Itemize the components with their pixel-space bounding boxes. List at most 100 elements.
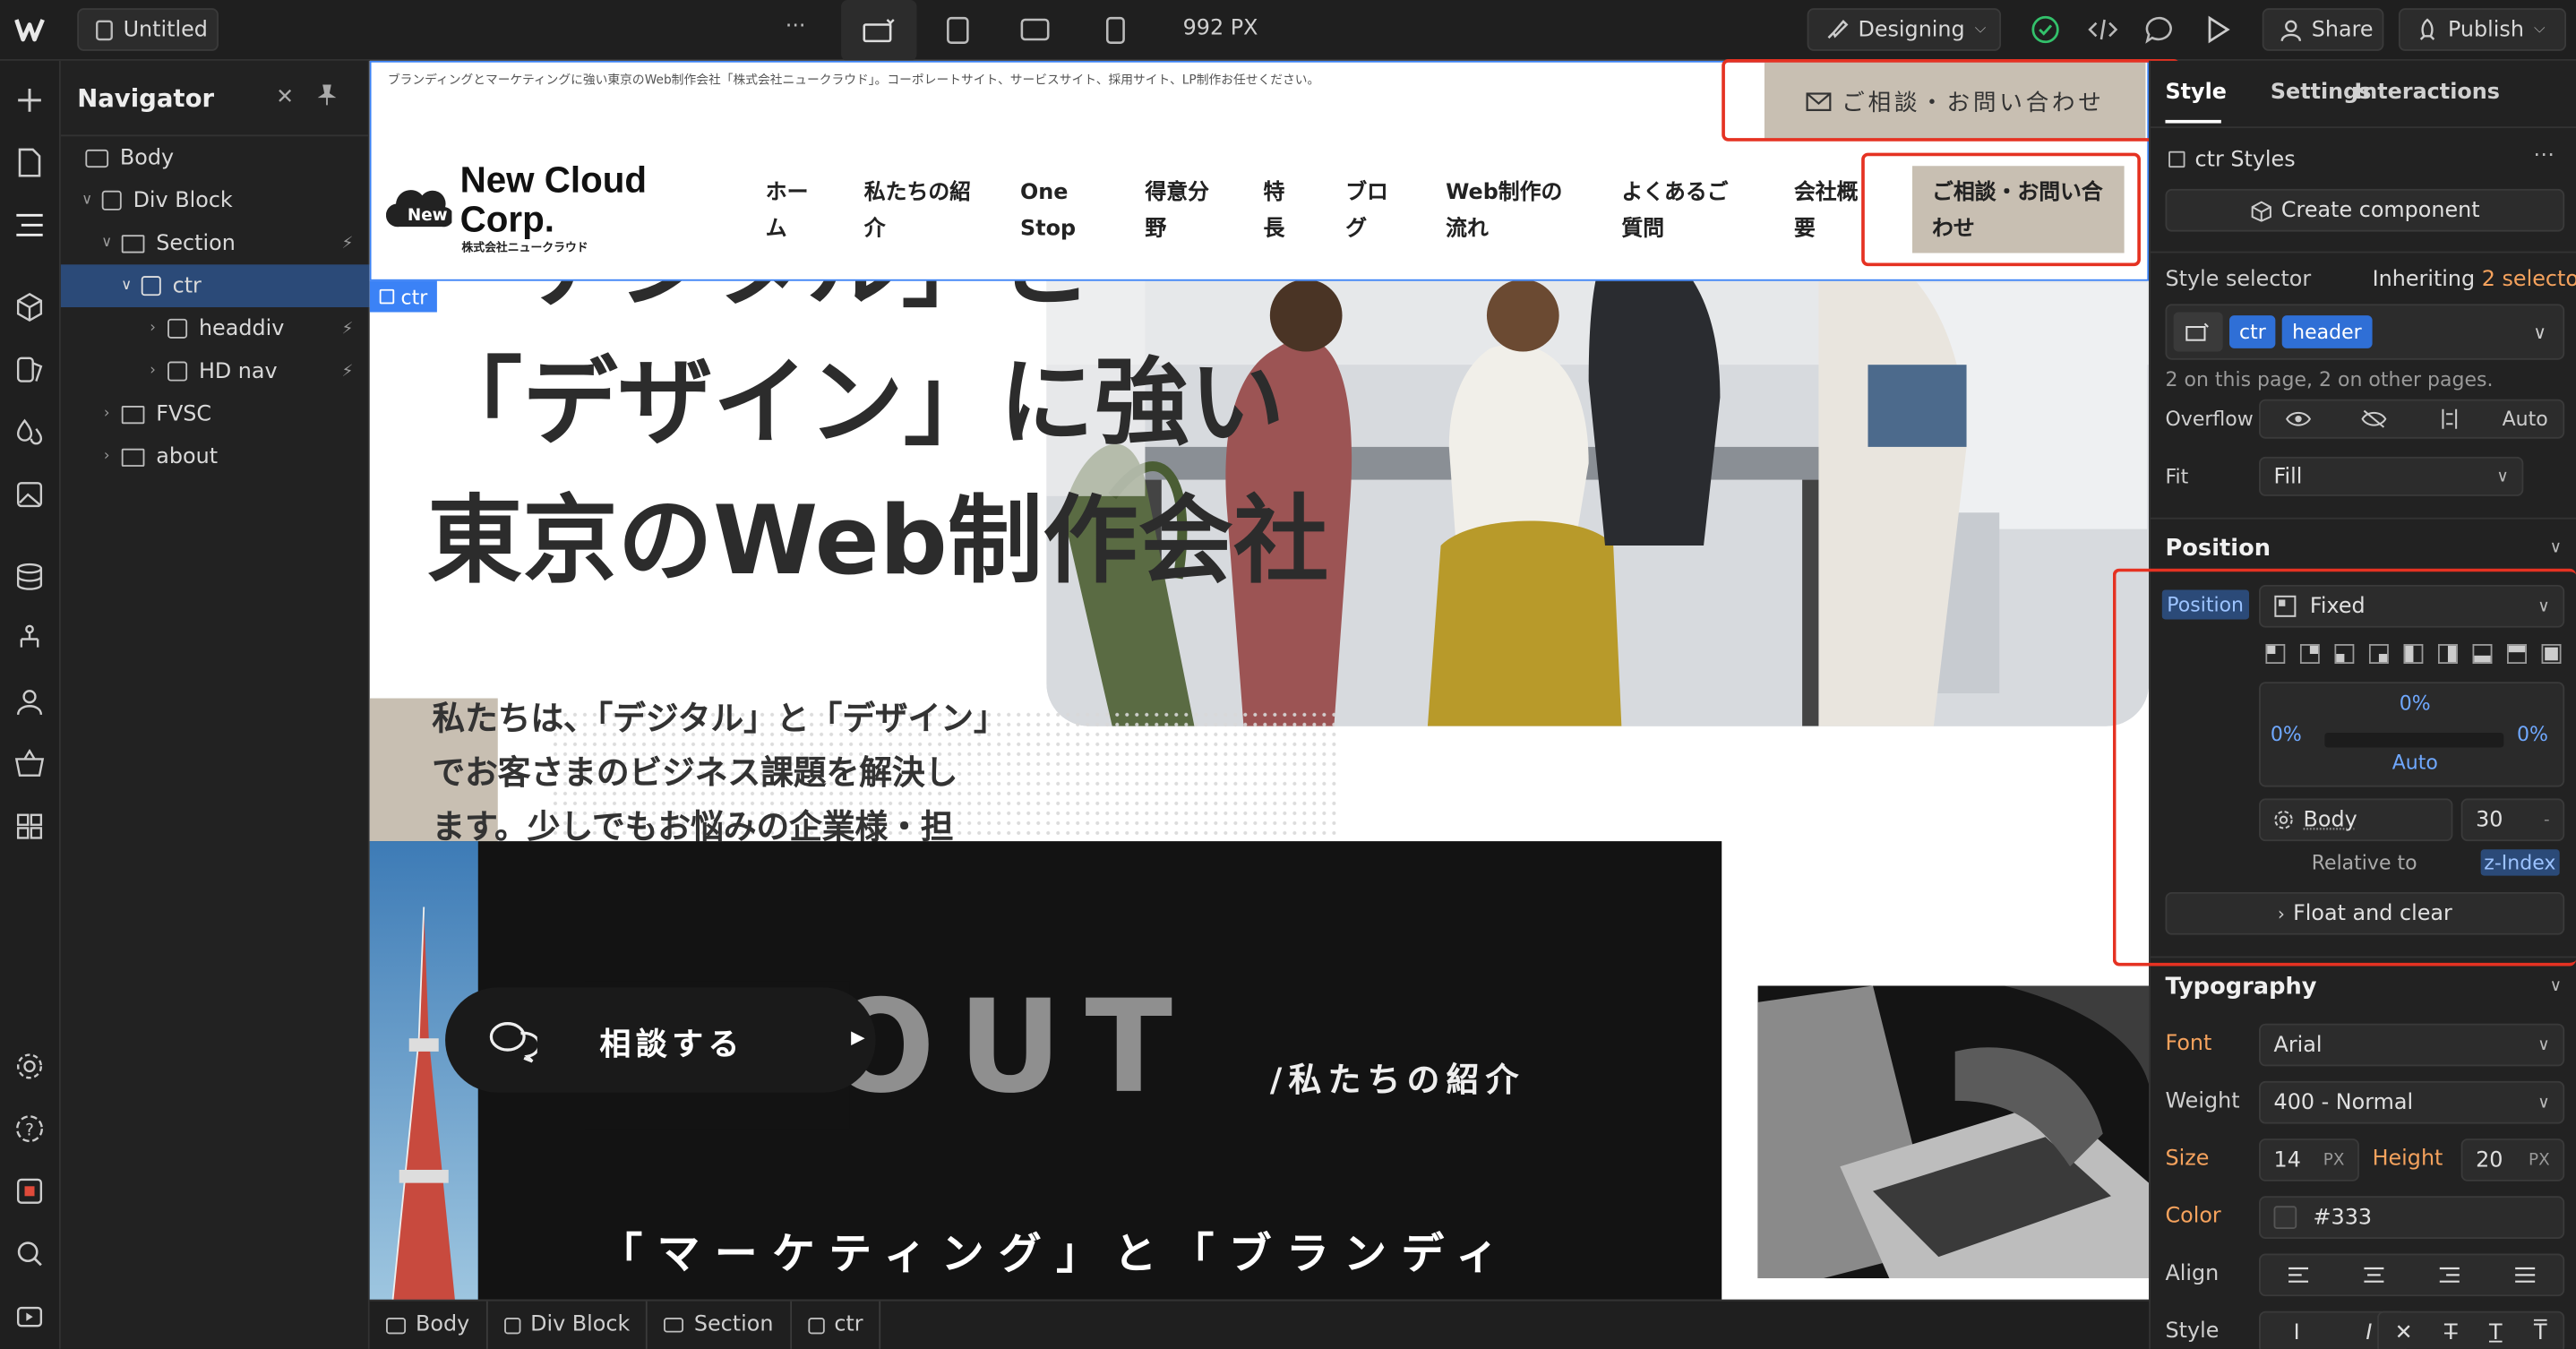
- preset-top-right-icon[interactable]: [2299, 644, 2320, 665]
- chevron-right-icon[interactable]: ›: [97, 406, 116, 422]
- site-header-ctr[interactable]: ブランディングとマーケティングに強い東京のWeb制作会社「株式会社ニュークラウド…: [369, 60, 2150, 281]
- preset-top-icon[interactable]: [2506, 644, 2527, 665]
- offset-top-value[interactable]: 0%: [2392, 692, 2438, 715]
- nav-company[interactable]: 会社概要: [1794, 176, 1859, 248]
- settings-gear-icon[interactable]: [13, 1050, 47, 1083]
- apps-icon[interactable]: [13, 810, 47, 843]
- logic-icon[interactable]: [13, 623, 47, 656]
- line-height-input[interactable]: 20 PX: [2460, 1138, 2565, 1181]
- preset-left-icon[interactable]: [2403, 644, 2424, 665]
- mobile-landscape-icon[interactable]: [1020, 18, 1050, 41]
- color-swatch[interactable]: [2273, 1206, 2297, 1229]
- align-right-icon[interactable]: [2438, 1267, 2461, 1283]
- checkmark-icon[interactable]: [2031, 15, 2060, 45]
- add-element-icon[interactable]: [13, 84, 47, 117]
- size-unit[interactable]: PX: [2323, 1151, 2345, 1169]
- preset-right-icon[interactable]: [2437, 644, 2458, 665]
- offset-bottom-value[interactable]: Auto: [2383, 751, 2448, 774]
- assets-icon[interactable]: [13, 478, 47, 511]
- style-selector-field[interactable]: ctr header ∨: [2165, 304, 2565, 360]
- chevron-down-icon[interactable]: ∨: [77, 193, 97, 209]
- position-section-title[interactable]: Position: [2165, 536, 2271, 562]
- fit-select[interactable]: Fill ∨: [2259, 456, 2524, 496]
- overflow-scroll-icon[interactable]: [2412, 408, 2487, 431]
- line-height-unit[interactable]: PX: [2529, 1151, 2550, 1169]
- pages-icon[interactable]: [13, 146, 47, 179]
- font-select[interactable]: Arial ∨: [2259, 1023, 2565, 1067]
- preset-full-icon[interactable]: [2541, 644, 2562, 665]
- nav-onestop[interactable]: One Stop: [1020, 176, 1076, 248]
- preset-bottom-icon[interactable]: [2472, 644, 2493, 665]
- ecommerce-icon[interactable]: [13, 748, 47, 781]
- preset-bottom-left-icon[interactable]: [2334, 644, 2355, 665]
- nav-item-body[interactable]: Body: [61, 136, 370, 179]
- nav-item-ctr[interactable]: ∨ ctr: [60, 264, 370, 307]
- styles-more-icon[interactable]: ⋯: [2533, 143, 2555, 168]
- top-contact-button[interactable]: ご相談・お問い合わせ: [1764, 62, 2146, 140]
- share-button[interactable]: Share: [2262, 8, 2384, 51]
- selector-chip-ctr[interactable]: ctr: [2229, 315, 2276, 348]
- underline-icon[interactable]: T: [2489, 1320, 2503, 1345]
- nav-item-headdiv[interactable]: › headdiv ⚡: [61, 307, 370, 350]
- preset-bottom-right-icon[interactable]: [2368, 644, 2389, 665]
- overflow-auto[interactable]: Auto: [2487, 408, 2563, 431]
- tablet-breakpoint-icon[interactable]: [946, 16, 969, 44]
- align-justify-icon[interactable]: [2513, 1267, 2537, 1283]
- desktop-breakpoint-icon[interactable]: [841, 0, 917, 61]
- nav-item-div-block[interactable]: ∨ Div Block: [61, 179, 370, 222]
- z-index-field[interactable]: 30 -: [2460, 798, 2565, 842]
- nav-item-section[interactable]: ∨ Section ⚡: [61, 222, 370, 265]
- overflow-hidden-eye-icon[interactable]: [2336, 409, 2411, 429]
- breadcrumb-body[interactable]: Body: [370, 1300, 488, 1349]
- help-icon[interactable]: ?: [13, 1113, 47, 1146]
- webflow-logo-icon[interactable]: [14, 15, 51, 45]
- breadcrumb-div-block[interactable]: Div Block: [487, 1300, 648, 1349]
- offset-right-value[interactable]: 0%: [2517, 723, 2548, 746]
- size-input[interactable]: 14 PX: [2259, 1138, 2359, 1181]
- inheriting-text[interactable]: Inheriting 2 selectors: [2373, 268, 2576, 293]
- variables-icon[interactable]: [13, 353, 47, 386]
- color-field[interactable]: #333: [2259, 1196, 2565, 1239]
- chevron-right-icon[interactable]: ›: [143, 321, 163, 337]
- chevron-right-icon[interactable]: ›: [97, 449, 116, 465]
- align-left-icon[interactable]: [2287, 1267, 2310, 1283]
- nav-item-fvsc[interactable]: › FVSC: [61, 392, 370, 435]
- nav-specialties[interactable]: 得意分野: [1145, 176, 1209, 248]
- typography-section-title[interactable]: Typography: [2165, 975, 2316, 1001]
- chevron-right-icon[interactable]: ›: [143, 363, 163, 379]
- chevron-down-icon[interactable]: ∨: [97, 235, 116, 251]
- nav-about[interactable]: 私たちの紹介: [864, 176, 971, 248]
- no-decoration-icon[interactable]: ✕: [2395, 1320, 2413, 1345]
- components-icon[interactable]: [13, 291, 47, 324]
- tab-interactions[interactable]: Interactions: [2354, 81, 2500, 106]
- more-options-button[interactable]: ···: [786, 15, 806, 40]
- cms-icon[interactable]: [13, 560, 47, 593]
- chevron-down-icon[interactable]: ∨: [2550, 977, 2562, 995]
- tab-style[interactable]: Style: [2165, 81, 2226, 106]
- overline-icon[interactable]: T: [2534, 1320, 2547, 1345]
- italic-style-icon[interactable]: I: [2366, 1320, 2372, 1345]
- normal-style-icon[interactable]: I: [2294, 1320, 2300, 1345]
- relative-to-field[interactable]: Body: [2259, 798, 2453, 842]
- nav-faq[interactable]: よくあるご 質問: [1621, 176, 1728, 248]
- navigator-icon[interactable]: [13, 209, 47, 242]
- nav-item-about[interactable]: › about: [61, 435, 370, 478]
- breadcrumb-ctr[interactable]: ctr: [792, 1300, 881, 1349]
- pin-icon[interactable]: [317, 84, 337, 107]
- create-component-button[interactable]: Create component: [2165, 188, 2565, 232]
- overflow-visible-eye-icon[interactable]: [2261, 411, 2336, 427]
- nav-flow[interactable]: Web制作の 流れ: [1446, 176, 1562, 248]
- mode-dropdown[interactable]: Designing ⌵: [1807, 8, 2002, 51]
- align-center-icon[interactable]: [2363, 1267, 2386, 1283]
- text-decoration-control[interactable]: ✕ T T T: [2377, 1310, 2565, 1349]
- overflow-control[interactable]: Auto: [2259, 399, 2565, 439]
- preset-top-left-icon[interactable]: [2265, 644, 2286, 665]
- nav-contact-button[interactable]: ご相談・お問い合 わせ: [1912, 166, 2125, 253]
- users-icon[interactable]: [13, 685, 47, 718]
- collapse-all-icon[interactable]: ✕: [276, 85, 294, 110]
- strikethrough-icon[interactable]: T: [2444, 1320, 2458, 1345]
- chevron-down-icon[interactable]: ∨: [2550, 539, 2562, 557]
- chevron-down-icon[interactable]: ∨: [2533, 322, 2546, 343]
- position-offset-box[interactable]: 0% 0% 0% Auto: [2259, 682, 2565, 787]
- style-drops-icon[interactable]: [13, 416, 47, 449]
